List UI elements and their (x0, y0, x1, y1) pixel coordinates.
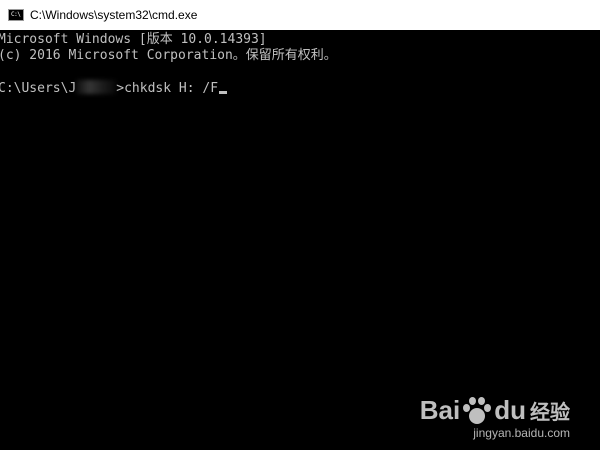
prompt-path: C:\Users\J (0, 81, 77, 96)
cmd-app-icon[interactable]: C:\ (8, 9, 24, 21)
title-bar[interactable]: C:\ C:\Windows\system32\cmd.exe (0, 0, 600, 30)
watermark-logo-right: du (494, 395, 526, 425)
redacted-username (76, 80, 117, 94)
console-prompt-line: C:\Users\J >chkdsk H: /F (0, 80, 600, 96)
baidu-paw-icon (462, 396, 492, 426)
console-line-version: Microsoft Windows [版本 10.0.14393] (0, 32, 267, 47)
window-title: C:\Windows\system32\cmd.exe (30, 8, 198, 22)
text-cursor (219, 91, 228, 94)
prompt-symbol: > (116, 81, 125, 96)
baidu-jingyan-watermark: Bai du 经验 jingyan.baidu.com (420, 395, 570, 440)
typed-command: chkdsk H: /F (124, 81, 219, 96)
console-area[interactable]: Microsoft Windows [版本 10.0.14393] (c) 20… (0, 30, 600, 450)
console-line-copyright: (c) 2016 Microsoft Corporation。保留所有权利。 (0, 48, 337, 63)
watermark-logo-left: Bai (419, 395, 461, 425)
watermark-logo: Bai du 经验 (420, 395, 570, 426)
cmd-window: C:\ C:\Windows\system32\cmd.exe Microsof… (0, 0, 600, 450)
watermark-logo-cn: 经验 (530, 402, 570, 424)
watermark-url: jingyan.baidu.com (473, 426, 570, 440)
